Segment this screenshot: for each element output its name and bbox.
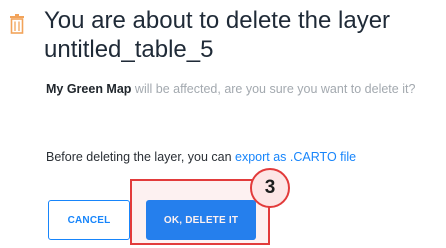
dialog-title: You are about to delete the layer untitl… xyxy=(44,7,391,63)
delete-layer-dialog: You are about to delete the layer untitl… xyxy=(0,0,446,248)
trash-icon xyxy=(10,14,24,34)
annotation-highlight-box xyxy=(130,179,270,245)
warning-message: My Green Map will be affected, are you s… xyxy=(46,80,442,98)
export-carto-link[interactable]: export as .CARTO file xyxy=(235,150,356,164)
warning-text: will be affected, are you sure you want … xyxy=(131,82,416,96)
step-number-badge: 3 xyxy=(250,168,290,208)
cancel-button[interactable]: CANCEL xyxy=(48,200,130,240)
affected-map-name: My Green Map xyxy=(46,82,132,96)
export-hint: Before deleting the layer, you can expor… xyxy=(46,148,442,166)
export-hint-text: Before deleting the layer, you can xyxy=(46,150,236,164)
